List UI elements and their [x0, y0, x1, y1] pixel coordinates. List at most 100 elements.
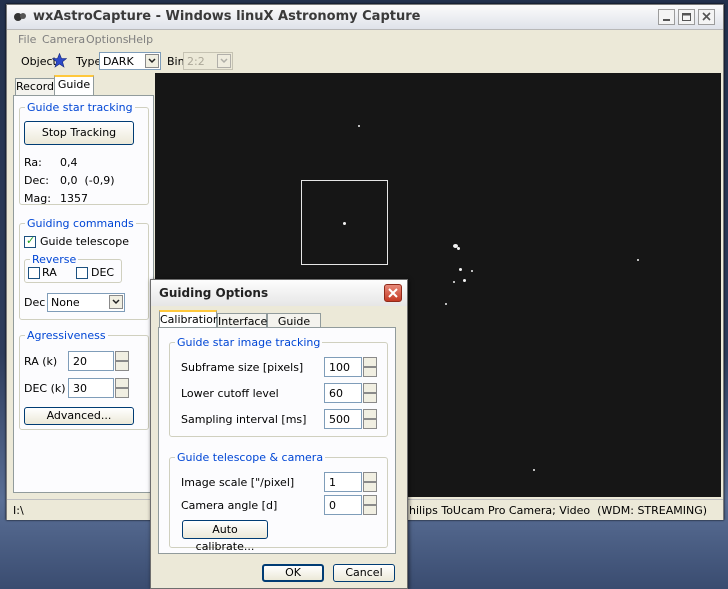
dec-select-value: None: [51, 296, 80, 309]
camera-angle-value: 0: [329, 499, 336, 512]
dec-k-input[interactable]: 30: [68, 378, 114, 398]
menu-bar: File Camera Options Help: [7, 31, 723, 49]
reverse-ra-label: RA: [42, 266, 57, 279]
dialog-title-bar[interactable]: Guiding Options: [151, 280, 407, 306]
dialog-close-button[interactable]: [384, 284, 402, 302]
menu-camera[interactable]: Camera: [42, 33, 85, 46]
star-icon[interactable]: [51, 52, 68, 71]
reverse-dec-checkbox[interactable]: [76, 267, 88, 279]
spin-down-icon[interactable]: [363, 419, 377, 429]
ra-label: Ra:: [24, 156, 42, 169]
star: [453, 281, 455, 283]
sampling-input[interactable]: 500: [324, 409, 362, 429]
guide-tab-page: Guide star tracking Stop Tracking Ra: 0,…: [13, 95, 154, 493]
spin-down-icon[interactable]: [363, 482, 377, 492]
guiding-commands-title: Guiding commands: [25, 217, 136, 230]
ra-k-label: RA (k): [24, 355, 58, 368]
cutoff-value: 60: [329, 387, 343, 400]
spin-up-icon[interactable]: [363, 409, 377, 419]
spin-up-icon[interactable]: [363, 495, 377, 505]
menu-file[interactable]: File: [18, 33, 36, 46]
star: [533, 469, 535, 471]
spin-up-icon[interactable]: [363, 472, 377, 482]
bin-select[interactable]: 2:2: [183, 52, 233, 70]
title-bar[interactable]: wxAstroCapture - Windows linuX Astronomy…: [7, 5, 723, 30]
cutoff-input[interactable]: 60: [324, 383, 362, 403]
guide-telescope-checkbox[interactable]: ✓: [24, 234, 36, 248]
image-scale-label: Image scale ["/pixel]: [181, 476, 295, 489]
spin-down-icon[interactable]: [363, 367, 377, 377]
stop-tracking-button[interactable]: Stop Tracking: [24, 121, 134, 145]
dec-select[interactable]: None: [47, 293, 125, 312]
spin-down-icon[interactable]: [115, 361, 129, 371]
reverse-ra-checkbox[interactable]: [28, 267, 40, 279]
dec-label: Dec:: [24, 174, 49, 187]
advanced-button[interactable]: Advanced...: [24, 407, 134, 425]
image-scale-value: 1: [329, 476, 336, 489]
guiding-commands-group: Guiding commands ✓ Guide telescope Rever…: [19, 217, 149, 320]
chevron-down-icon: [109, 295, 123, 309]
close-button[interactable]: [698, 9, 715, 25]
sampling-label: Sampling interval [ms]: [181, 413, 307, 426]
cutoff-label: Lower cutoff level: [181, 387, 279, 400]
toolbar: Object Type DARK Bin 2:2: [7, 50, 723, 74]
tab-guide[interactable]: Guide: [54, 75, 94, 95]
guide-telescope-camera-title: Guide telescope & camera: [175, 451, 326, 464]
status-left: I:\: [13, 504, 24, 517]
dec-k-label: DEC (k): [24, 382, 66, 395]
mag-value: 1357: [60, 192, 88, 205]
guide-star-tracking-title: Guide star tracking: [25, 101, 135, 114]
window-title: wxAstroCapture - Windows linuX Astronomy…: [33, 9, 421, 24]
guiding-options-dialog: Guiding Options Calibration Interface Gu…: [150, 279, 408, 589]
auto-calibrate-button[interactable]: Auto calibrate...: [182, 520, 268, 553]
app-icon: [13, 10, 27, 24]
dialog-title: Guiding Options: [159, 286, 269, 300]
maximize-button[interactable]: [678, 9, 695, 25]
subframe-input[interactable]: 100: [324, 357, 362, 377]
sampling-value: 500: [329, 413, 350, 426]
ra-value: 0,4: [60, 156, 78, 169]
type-select-value: DARK: [103, 55, 134, 68]
spin-down-icon[interactable]: [363, 393, 377, 403]
subframe-label: Subframe size [pixels]: [181, 361, 304, 374]
star: [471, 270, 473, 272]
mag-label: Mag:: [24, 192, 51, 205]
reverse-group: Reverse RA DEC: [24, 253, 122, 283]
status-camera: hilips ToUcam Pro Camera; Video (WDM: ST…: [409, 504, 708, 517]
aggressiveness-title: Agressiveness: [25, 329, 108, 342]
calibration-tab-page: Guide star image tracking Subframe size …: [158, 327, 396, 554]
image-scale-input[interactable]: 1: [324, 472, 362, 492]
ra-k-input[interactable]: 20: [68, 351, 114, 371]
guide-star-image-tracking-title: Guide star image tracking: [175, 336, 323, 349]
cancel-button[interactable]: Cancel: [333, 564, 395, 582]
spin-down-icon[interactable]: [115, 388, 129, 398]
dec-select-label: Dec: [24, 296, 46, 309]
reverse-dec-label: DEC: [91, 266, 115, 279]
spin-up-icon[interactable]: [115, 378, 129, 388]
spin-up-icon[interactable]: [363, 357, 377, 367]
ok-button[interactable]: OK: [262, 564, 324, 582]
camera-angle-input[interactable]: 0: [324, 495, 362, 515]
menu-help[interactable]: Help: [128, 33, 153, 46]
star: [463, 279, 466, 282]
spin-down-icon[interactable]: [363, 505, 377, 515]
reverse-title: Reverse: [30, 253, 79, 266]
guide-star-image-tracking-group: Guide star image tracking Subframe size …: [169, 336, 388, 437]
guide-star-tracking-group: Guide star tracking Stop Tracking Ra: 0,…: [19, 101, 149, 205]
guide-telescope-label: Guide telescope: [40, 235, 129, 248]
spin-up-icon[interactable]: [115, 351, 129, 361]
type-label: Type: [76, 55, 102, 68]
star: [457, 247, 460, 250]
star: [358, 125, 360, 127]
minimize-button[interactable]: [658, 9, 675, 25]
menu-options[interactable]: Options: [86, 33, 128, 46]
guide-star: [343, 222, 346, 225]
spin-up-icon[interactable]: [363, 383, 377, 393]
guide-telescope-camera-group: Guide telescope & camera Image scale ["/…: [169, 451, 388, 553]
ra-k-value: 20: [73, 355, 87, 368]
tab-record[interactable]: Record: [15, 78, 55, 95]
dec-value: 0,0 (-0,9): [60, 174, 115, 187]
type-select[interactable]: DARK: [99, 52, 161, 70]
star: [459, 268, 462, 271]
left-panel: Record Guide Guide star tracking Stop Tr…: [11, 73, 154, 493]
